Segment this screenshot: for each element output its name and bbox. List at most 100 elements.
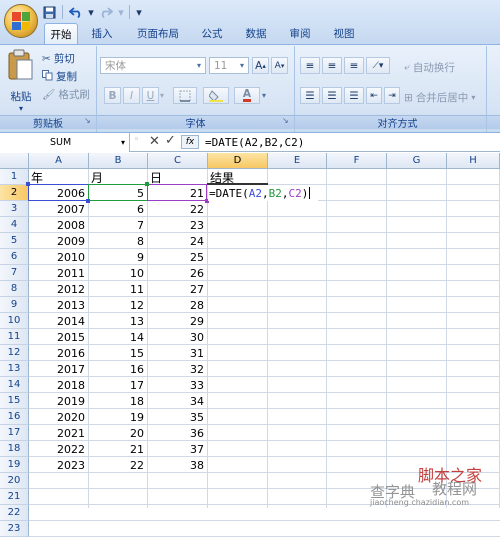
- redo-dropdown-icon[interactable]: ▾: [117, 4, 125, 20]
- format-painter-button[interactable]: 🖌 格式刷: [42, 87, 90, 102]
- row-header[interactable]: 15: [0, 393, 29, 409]
- table-cell[interactable]: 28: [148, 297, 207, 313]
- column-header-c[interactable]: C: [148, 153, 208, 169]
- align-left-button[interactable]: ☰: [300, 87, 320, 104]
- resize-handle-icon[interactable]: ◦: [134, 135, 146, 149]
- font-launcher-icon[interactable]: ↘: [282, 116, 289, 125]
- ref-handle[interactable]: [145, 182, 149, 186]
- font-name-select[interactable]: 宋体 ▾: [100, 57, 206, 74]
- underline-dropdown-icon[interactable]: ▾: [160, 91, 164, 100]
- table-cell[interactable]: 2018: [29, 377, 88, 393]
- table-cell[interactable]: 32: [148, 361, 207, 377]
- row-header[interactable]: 12: [0, 345, 29, 361]
- table-cell[interactable]: 2016: [29, 345, 88, 361]
- table-cell[interactable]: 33: [148, 377, 207, 393]
- table-cell[interactable]: 35: [148, 409, 207, 425]
- align-center-button[interactable]: ☰: [322, 87, 342, 104]
- row-header[interactable]: 2: [0, 185, 29, 201]
- table-cell[interactable]: 7: [89, 217, 147, 233]
- column-header-h[interactable]: H: [447, 153, 500, 169]
- grow-font-button[interactable]: A ▴: [252, 57, 269, 74]
- tab-view[interactable]: 视图: [328, 23, 360, 44]
- row-header[interactable]: 7: [0, 265, 29, 281]
- table-cell[interactable]: 27: [148, 281, 207, 297]
- table-cell[interactable]: 2017: [29, 361, 88, 377]
- table-cell[interactable]: 29: [148, 313, 207, 329]
- edit-cell-d2[interactable]: =DATE(A2, B2, C2): [208, 185, 318, 201]
- tab-formulas[interactable]: 公式: [196, 23, 228, 44]
- row-header[interactable]: 18: [0, 441, 29, 457]
- row-header[interactable]: 5: [0, 233, 29, 249]
- row-header[interactable]: 3: [0, 201, 29, 217]
- align-bottom-button[interactable]: ≡: [344, 57, 364, 74]
- undo-dropdown-icon[interactable]: ▾: [87, 4, 95, 20]
- row-header[interactable]: 16: [0, 409, 29, 425]
- wrap-text-button[interactable]: ⤶ 自动换行: [404, 60, 455, 75]
- table-cell[interactable]: 2020: [29, 409, 88, 425]
- save-icon[interactable]: [40, 4, 58, 20]
- table-cell[interactable]: 22: [148, 201, 207, 217]
- column-header-f[interactable]: F: [327, 153, 387, 169]
- merge-center-button[interactable]: ⊞ 合并后居中 ▾: [404, 90, 475, 105]
- font-size-select[interactable]: 11 ▾: [209, 57, 249, 74]
- italic-button[interactable]: I: [123, 87, 140, 104]
- table-cell[interactable]: 8: [89, 233, 147, 249]
- table-cell[interactable]: 23: [148, 217, 207, 233]
- column-header-d[interactable]: D: [208, 153, 268, 169]
- paste-button[interactable]: 粘贴 ▾: [6, 48, 36, 113]
- bold-button[interactable]: B: [104, 87, 121, 104]
- tab-home[interactable]: 开始: [44, 23, 78, 44]
- table-cell[interactable]: 6: [89, 201, 147, 217]
- table-cell[interactable]: 31: [148, 345, 207, 361]
- row-header[interactable]: 22: [0, 505, 29, 521]
- row-header[interactable]: 4: [0, 217, 29, 233]
- row-header[interactable]: 1: [0, 169, 29, 185]
- table-cell[interactable]: 36: [148, 425, 207, 441]
- table-cell[interactable]: 37: [148, 441, 207, 457]
- row-header[interactable]: 20: [0, 473, 29, 489]
- enter-check-icon[interactable]: ✓: [165, 133, 176, 148]
- align-right-button[interactable]: ☰: [344, 87, 364, 104]
- copy-button[interactable]: 复制: [42, 69, 77, 84]
- cancel-icon[interactable]: ✕: [149, 134, 160, 149]
- table-cell[interactable]: 18: [89, 393, 147, 409]
- row-header[interactable]: 13: [0, 361, 29, 377]
- tab-insert[interactable]: 插入: [86, 23, 118, 44]
- table-cell[interactable]: 17: [89, 377, 147, 393]
- table-cell[interactable]: 22: [89, 457, 147, 473]
- office-button[interactable]: [4, 4, 38, 38]
- row-header[interactable]: 14: [0, 377, 29, 393]
- redo-icon[interactable]: [97, 4, 115, 20]
- table-cell[interactable]: 2023: [29, 457, 88, 473]
- table-cell[interactable]: 34: [148, 393, 207, 409]
- row-header[interactable]: 10: [0, 313, 29, 329]
- table-cell[interactable]: 9: [89, 249, 147, 265]
- table-cell[interactable]: 15: [89, 345, 147, 361]
- table-cell[interactable]: 12: [89, 297, 147, 313]
- header-cell-a[interactable]: 年: [29, 169, 89, 185]
- row-header[interactable]: 21: [0, 489, 29, 505]
- borders-button[interactable]: [173, 87, 197, 104]
- insert-function-button[interactable]: fx: [181, 135, 199, 149]
- row-header[interactable]: 6: [0, 249, 29, 265]
- table-cell[interactable]: 2008: [29, 217, 88, 233]
- table-cell[interactable]: 14: [89, 329, 147, 345]
- table-cell[interactable]: 2014: [29, 313, 88, 329]
- column-header-a[interactable]: A: [29, 153, 89, 169]
- table-cell[interactable]: 2007: [29, 201, 88, 217]
- tab-data[interactable]: 数据: [240, 23, 272, 44]
- table-cell[interactable]: 2015: [29, 329, 88, 345]
- align-middle-button[interactable]: ≡: [322, 57, 342, 74]
- row-header[interactable]: 11: [0, 329, 29, 345]
- table-cell[interactable]: 2022: [29, 441, 88, 457]
- tab-page-layout[interactable]: 页面布局: [130, 23, 186, 44]
- table-cell[interactable]: 30: [148, 329, 207, 345]
- table-cell[interactable]: 2019: [29, 393, 88, 409]
- row-header[interactable]: 17: [0, 425, 29, 441]
- header-cell-b[interactable]: 月: [89, 169, 148, 185]
- formula-input[interactable]: =DATE(A2,B2,C2): [205, 133, 304, 152]
- table-cell[interactable]: 2009: [29, 233, 88, 249]
- underline-button[interactable]: U: [142, 87, 159, 104]
- shrink-font-button[interactable]: A ▾: [271, 57, 288, 74]
- column-header-b[interactable]: B: [89, 153, 148, 169]
